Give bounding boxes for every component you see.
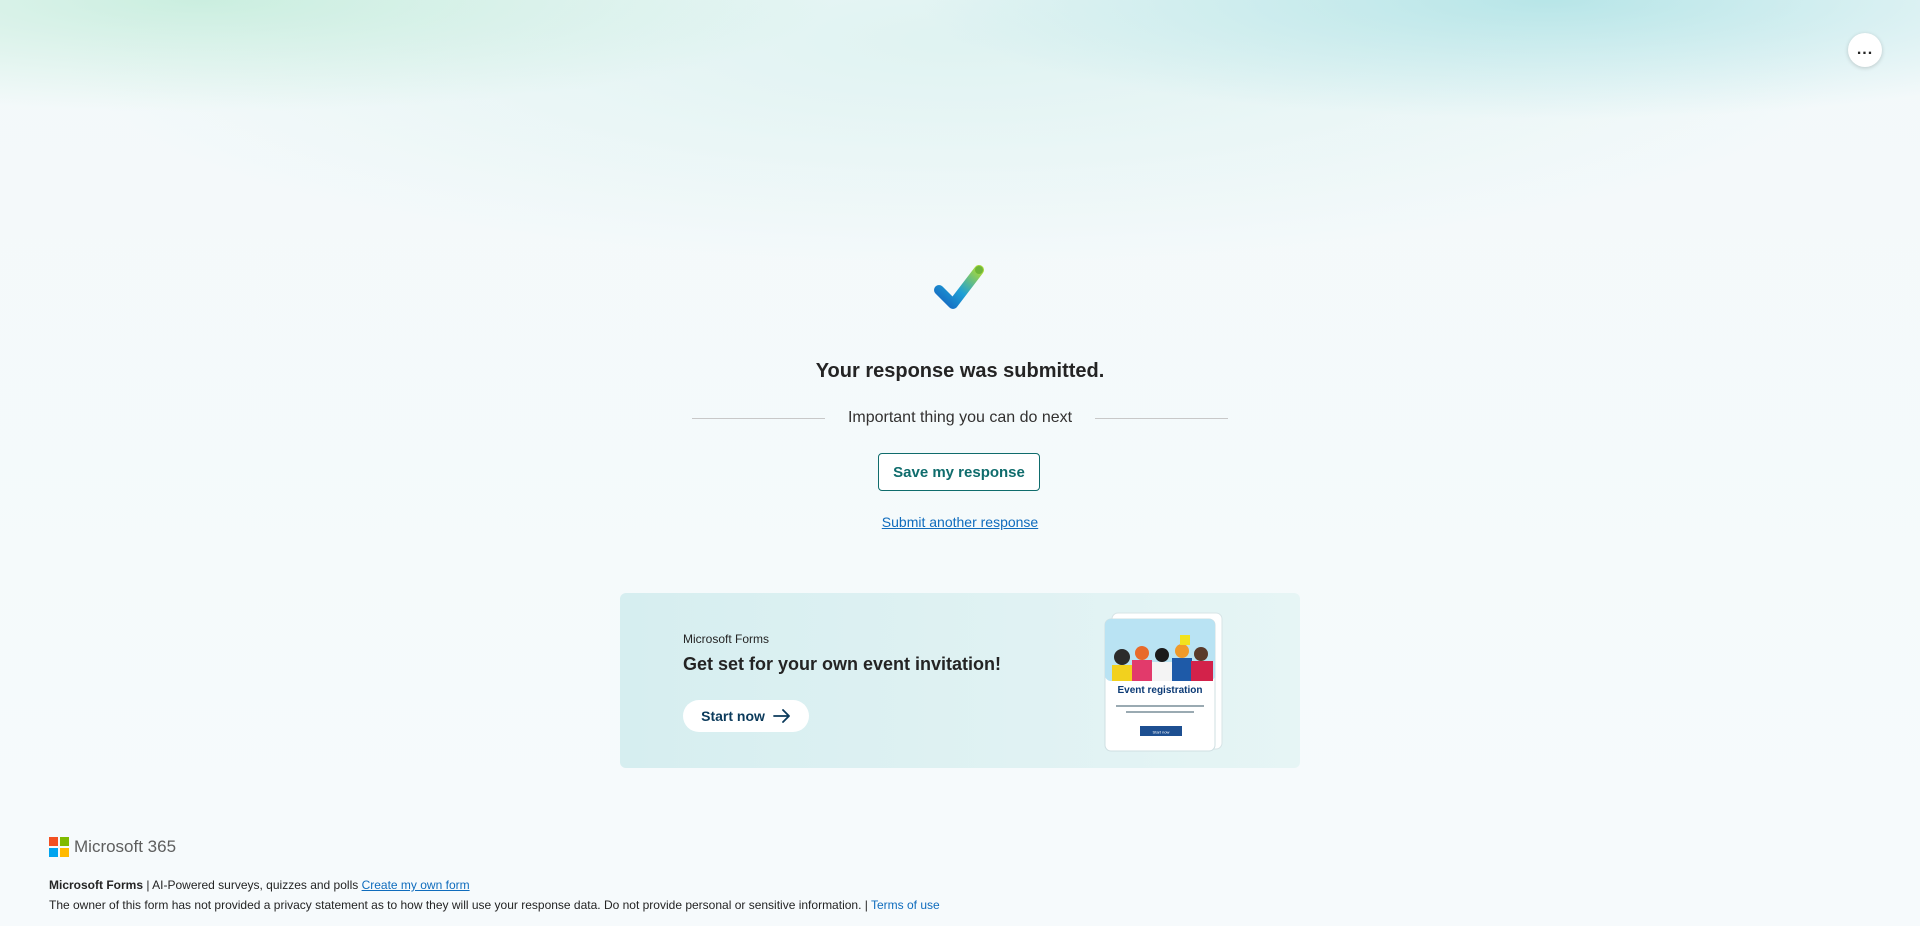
create-my-own-form-link[interactable]: Create my own form xyxy=(362,878,470,892)
arrow-right-icon xyxy=(772,709,790,723)
start-now-button[interactable]: Start now xyxy=(683,700,809,732)
divider-line-left xyxy=(692,417,825,419)
submit-another-row: Submit another response xyxy=(0,514,1920,530)
privacy-notice: The owner of this form has not provided … xyxy=(49,898,871,912)
terms-of-use-link[interactable]: Terms of use xyxy=(871,898,940,912)
footer-tagline: | AI-Powered surveys, quizzes and polls xyxy=(143,878,362,892)
promo-card: Microsoft Forms Get set for your own eve… xyxy=(620,593,1300,768)
save-response-button[interactable]: Save my response xyxy=(878,453,1040,491)
start-now-label: Start now xyxy=(701,708,765,724)
footer-product-line: Microsoft Forms | AI-Powered surveys, qu… xyxy=(49,878,470,892)
promo-brand: Microsoft Forms xyxy=(683,632,770,646)
checkmark-icon xyxy=(934,265,984,309)
illustration-card-title: Event registration xyxy=(1117,685,1202,696)
event-registration-illustration: Event registration Start now xyxy=(1104,612,1223,752)
submit-another-response-link[interactable]: Submit another response xyxy=(882,514,1038,530)
promo-heading: Get set for your own event invitation! xyxy=(683,654,1002,674)
divider-line-right xyxy=(1095,417,1229,419)
microsoft-logo-icon xyxy=(49,837,69,857)
more-options-button[interactable]: ... xyxy=(1848,33,1882,67)
footer-product-name: Microsoft Forms xyxy=(49,878,144,892)
footer-privacy-line: The owner of this form has not provided … xyxy=(49,898,940,912)
microsoft-365-logo-text: Microsoft 365 xyxy=(74,837,177,856)
submission-confirmation-title: Your response was submitted. xyxy=(815,360,1105,382)
illustration-card-button: Start now xyxy=(1153,730,1170,735)
next-steps-divider: Important thing you can do next xyxy=(692,407,1229,429)
microsoft-365-logo: Microsoft 365 xyxy=(49,837,176,857)
divider-text: Important thing you can do next xyxy=(847,409,1073,426)
